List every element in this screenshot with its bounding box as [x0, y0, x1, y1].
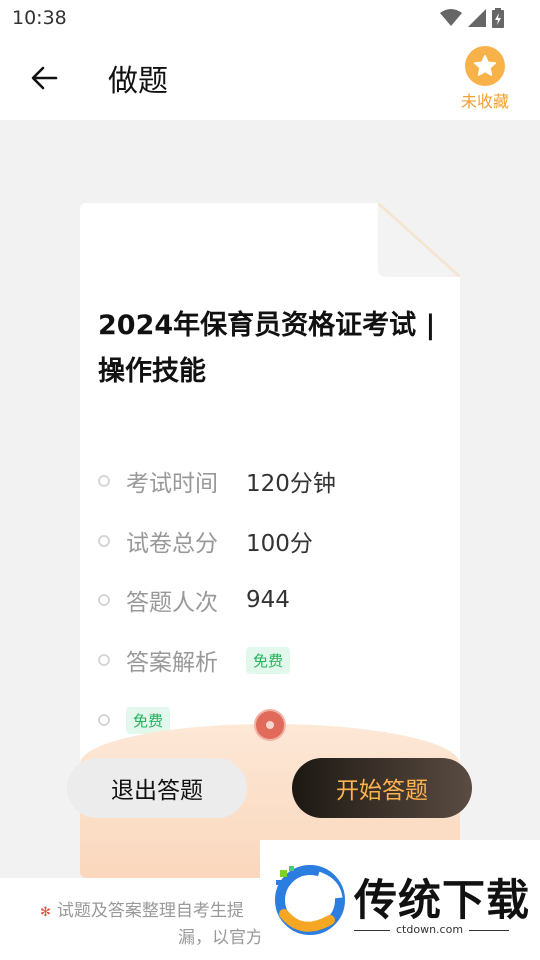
bullet-dot — [98, 594, 110, 606]
info-row-attempts: 答题人次 944 — [98, 580, 290, 620]
star-icon — [465, 46, 505, 86]
arrow-left-icon — [31, 66, 58, 90]
info-label: 考试时间 — [126, 471, 218, 497]
signal-icon — [468, 9, 486, 27]
progress-marker — [256, 711, 284, 739]
asterisk-icon: ✻ — [40, 905, 51, 920]
info-value: 944 — [246, 587, 290, 613]
battery-icon — [492, 8, 504, 28]
bullet-dot — [98, 535, 110, 547]
watermark-logo-icon — [275, 865, 345, 935]
info-row-duration: 考试时间 120分钟 — [98, 461, 336, 501]
disclaimer-line-2: 漏，以官方 — [178, 928, 263, 948]
info-row-total-score: 试卷总分 100分 — [98, 521, 313, 561]
status-icons — [440, 8, 504, 28]
back-button[interactable] — [24, 58, 64, 98]
info-value: 120分钟 — [246, 471, 336, 497]
wifi-icon — [440, 9, 462, 26]
exit-button[interactable]: 退出答题 — [67, 758, 247, 818]
free-badge: 免费 — [126, 706, 171, 734]
bullet-dot — [98, 475, 110, 487]
free-badge: 免费 — [246, 646, 291, 674]
watermark: 传统下载 ctdown.com — [260, 840, 540, 960]
info-label: 答案解析 — [126, 650, 218, 676]
disclaimer-text-1: 试题及答案整理自考生提 — [56, 901, 244, 921]
page-fold-icon — [378, 203, 460, 277]
info-value: 100分 — [246, 531, 313, 557]
disclaimer-line-1: ✻ 试题及答案整理自考生提 — [40, 896, 244, 921]
app-bar: 做题 未收藏 — [0, 36, 540, 120]
status-time: 10:38 — [12, 7, 67, 29]
bullet-dot — [98, 714, 110, 726]
exam-title: 2024年保育员资格证考试 | 操作技能 — [98, 310, 436, 387]
info-label: 答题人次 — [126, 590, 218, 616]
bullet-dot — [98, 654, 110, 666]
info-label: 试卷总分 — [126, 531, 218, 557]
watermark-brand: 传统下载 — [354, 876, 530, 926]
favorite-button[interactable]: 未收藏 — [454, 46, 516, 111]
watermark-url: ctdown.com — [390, 923, 470, 936]
status-bar: 10:38 — [0, 0, 540, 36]
start-button[interactable]: 开始答题 — [292, 758, 472, 818]
favorite-label: 未收藏 — [460, 92, 509, 111]
page-title: 做题 — [108, 64, 168, 99]
info-row-answer-analysis: 答案解析 免费 — [98, 640, 291, 680]
